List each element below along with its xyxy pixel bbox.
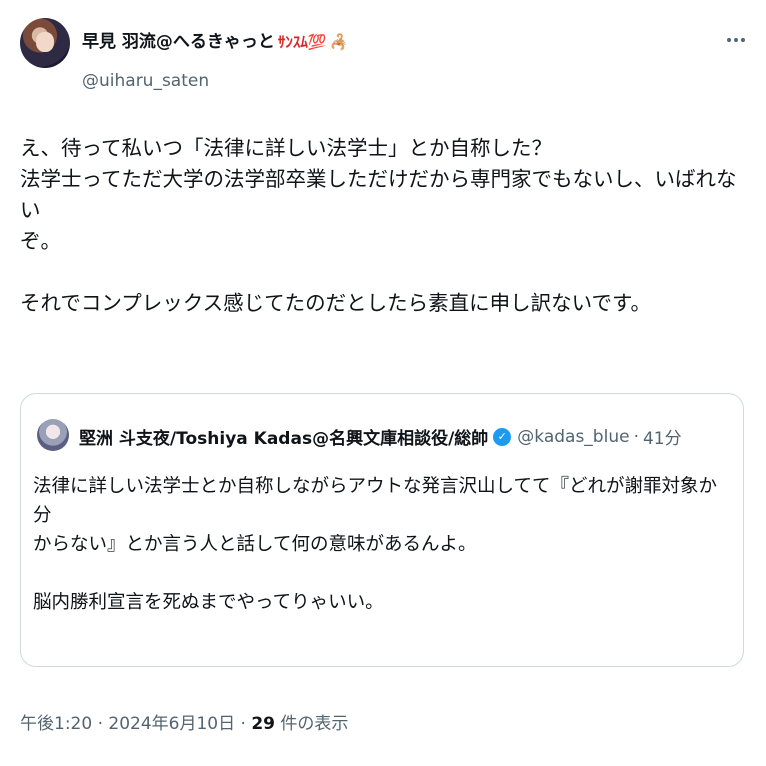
more-horizontal-icon-dot — [734, 38, 738, 42]
tweet-time[interactable]: 午後1:20 — [20, 714, 92, 734]
quoted-tweet-text: 法律に詳しい法学士とか自称しながらアウトな発言沢山してて『どれが謝罪対象か分 か… — [33, 476, 717, 613]
tweet-meta: 午後1:20 · 2024年6月10日 · 29 件の表示 — [20, 709, 348, 734]
tweet-date[interactable]: 2024年6月10日 — [108, 714, 235, 734]
separator-dot: · — [633, 426, 639, 447]
more-options-button[interactable] — [722, 28, 750, 52]
more-horizontal-icon-dot — [741, 38, 745, 42]
quoted-tweet-header: 堅洲 斗支夜/Toshiya Kadas@名興文庫相談役/総帥 ✓ @kadas… — [79, 424, 682, 450]
quoted-tweet-card[interactable]: 堅洲 斗支夜/Toshiya Kadas@名興文庫相談役/総帥 ✓ @kadas… — [20, 393, 744, 667]
quoted-author-avatar[interactable] — [37, 419, 69, 451]
verified-badge-icon: ✓ — [493, 427, 512, 446]
hundred-points-icon: ｻﾝｽﾑ💯 — [277, 33, 327, 51]
more-horizontal-icon — [727, 38, 731, 42]
meta-separator: · — [92, 714, 109, 734]
author-handle[interactable]: @uiharu_saten — [82, 71, 209, 91]
views-label: 件の表示 — [275, 714, 349, 734]
quoted-author-handle[interactable]: @kadas_blue — [517, 427, 629, 447]
author-avatar[interactable] — [20, 18, 70, 68]
author-name[interactable]: 早見 羽流@へるきゃっと — [82, 32, 275, 52]
views-count: 29 — [251, 714, 276, 734]
tweet-text: え、待って私いつ「法律に詳しい法学士」とか自称した？ 法学士ってただ大学の法学部… — [20, 136, 737, 315]
scorpion-icon: 🦂 — [329, 33, 349, 51]
author-name-line[interactable]: 早見 羽流@へるきゃっと ｻﾝｽﾑ💯 🦂 — [82, 27, 348, 52]
quoted-tweet-time[interactable]: 41分 — [643, 424, 682, 449]
quoted-author-name[interactable]: 堅洲 斗支夜/Toshiya Kadas@名興文庫相談役/総帥 — [79, 424, 488, 449]
meta-separator: · — [235, 714, 252, 734]
